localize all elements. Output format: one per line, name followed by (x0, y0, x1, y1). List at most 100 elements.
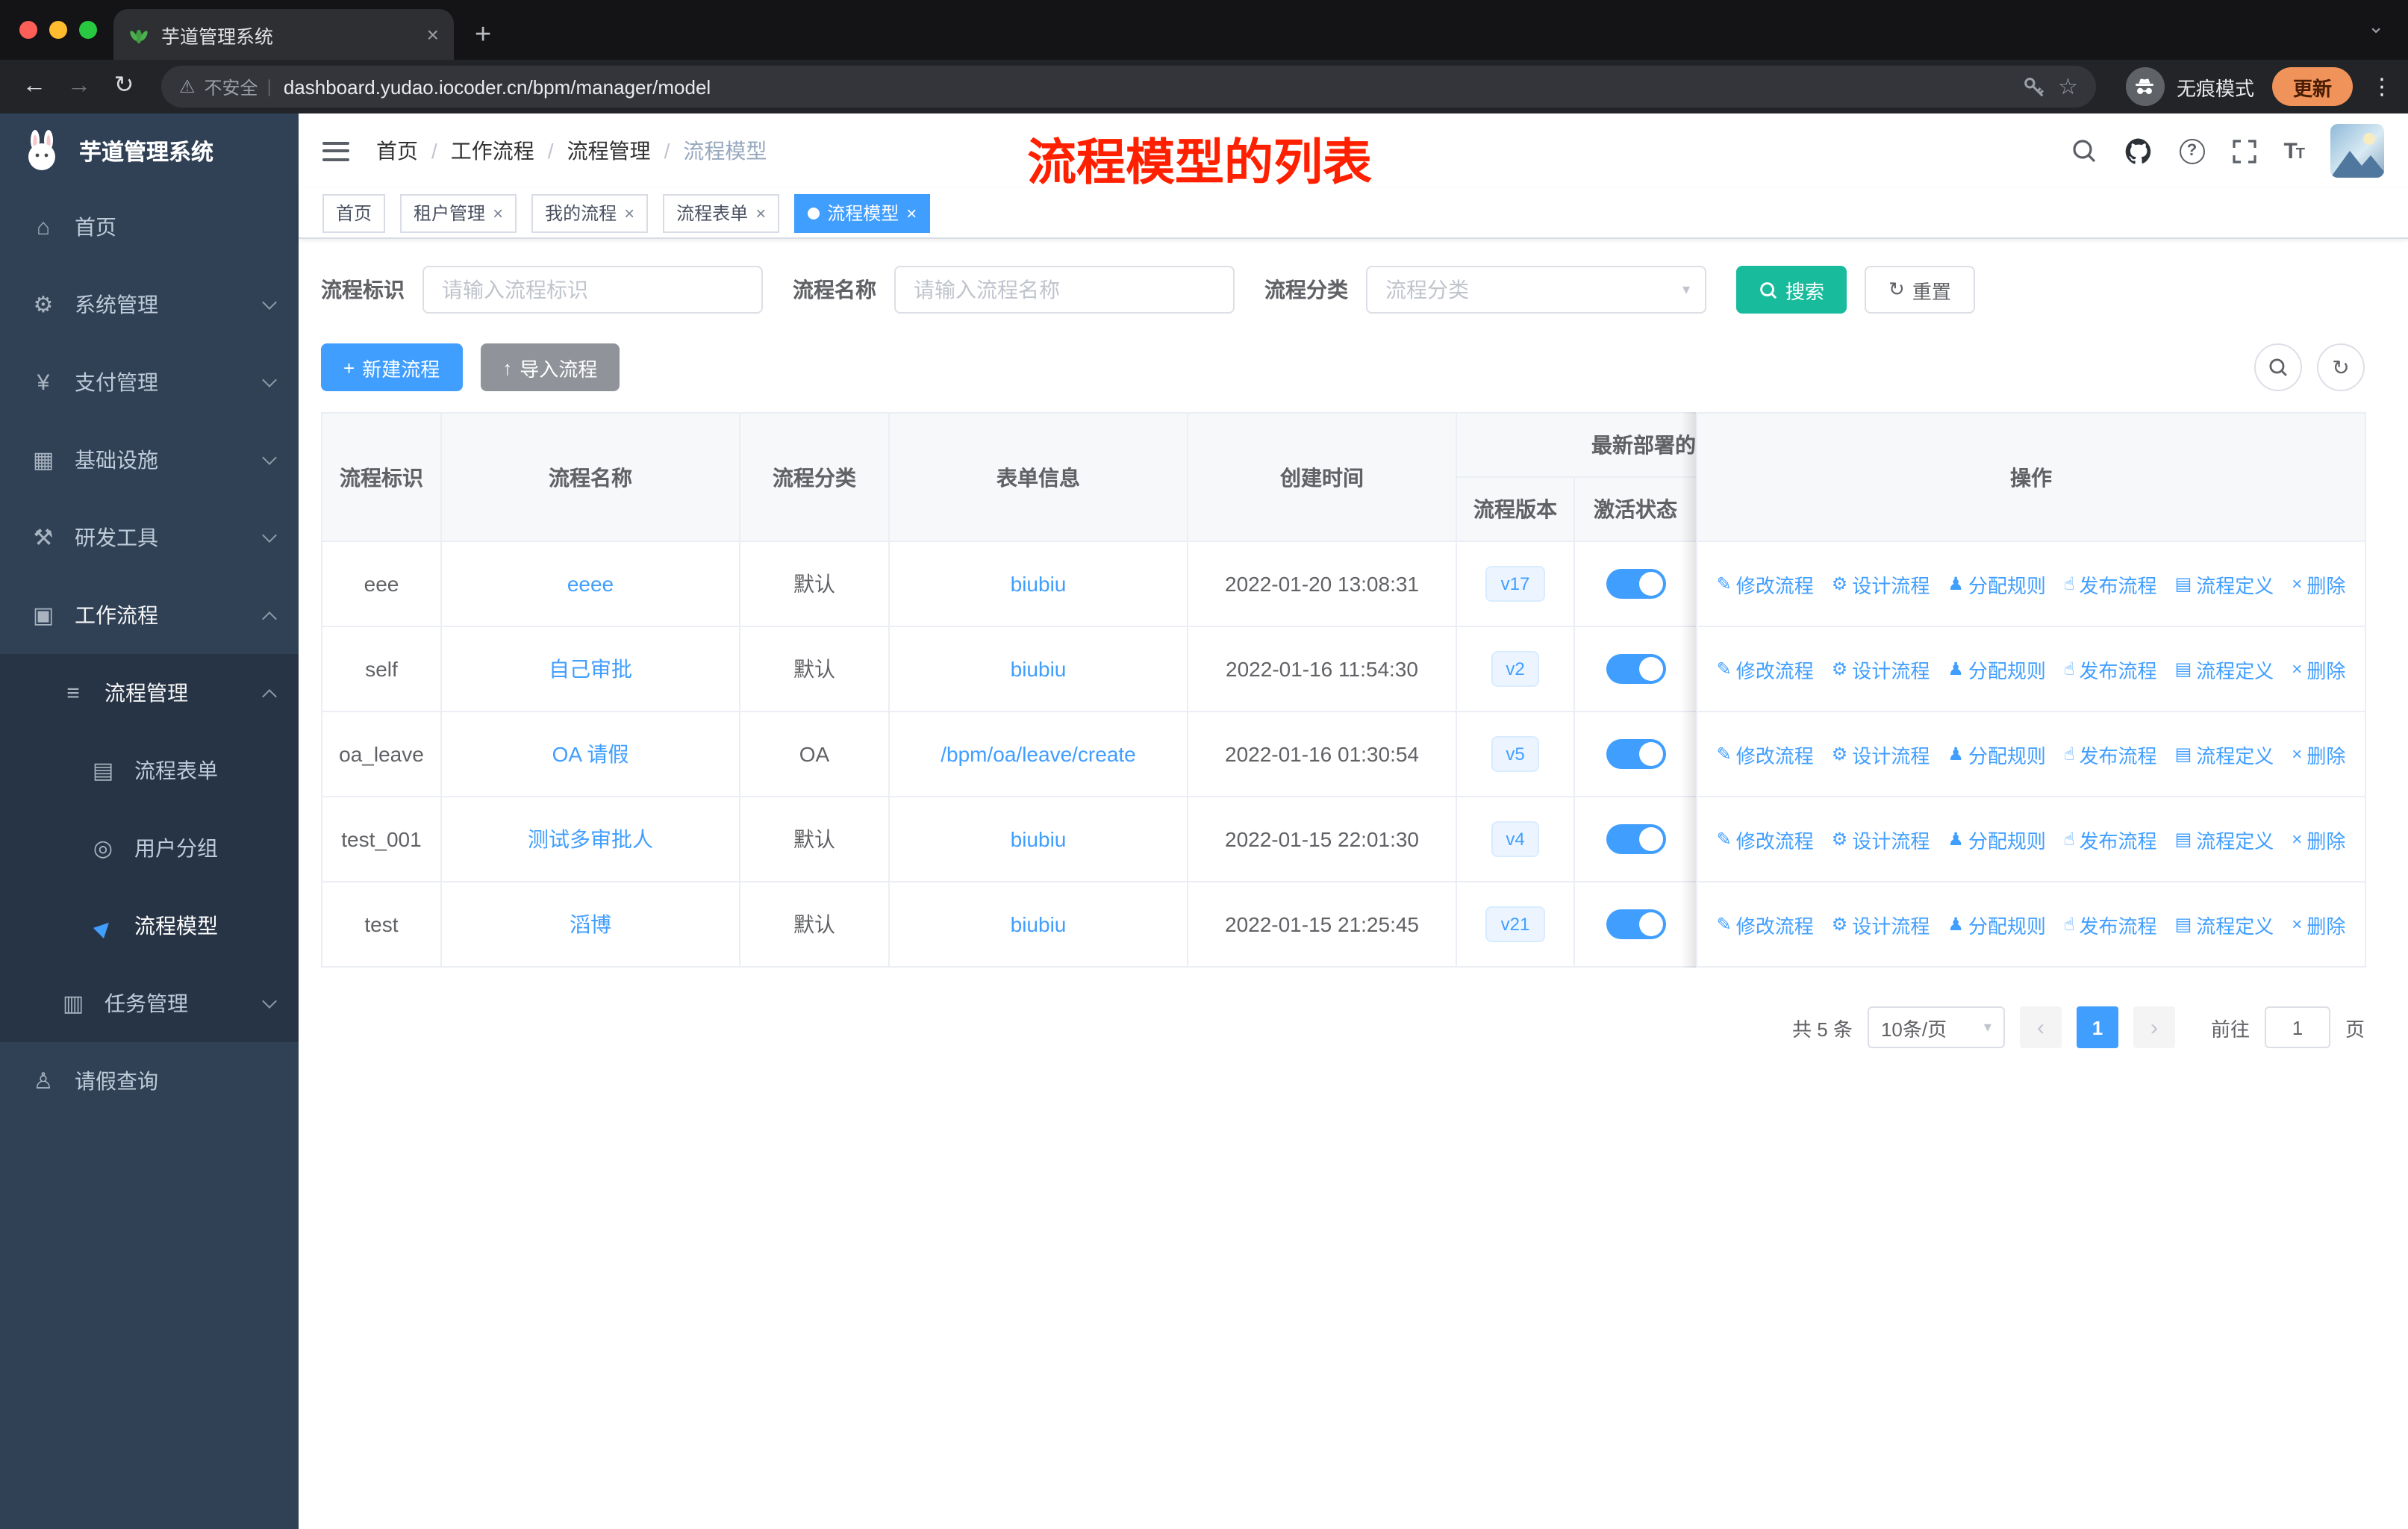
collapse-sidebar-icon[interactable] (322, 141, 349, 161)
tab-search-chevron-icon[interactable]: ⌄ (2368, 15, 2384, 39)
close-icon[interactable]: × (755, 204, 766, 222)
sidebar-item-workflow[interactable]: ▣ 工作流程 (0, 576, 299, 654)
form-link[interactable]: biubiu (1011, 572, 1067, 596)
tag-process-form[interactable]: 流程表单 × (663, 193, 780, 232)
action-assign-rule-link[interactable]: ♟ 分配规则 (1947, 825, 2046, 853)
active-toggle[interactable] (1606, 739, 1665, 769)
action-edit-link[interactable]: ✎ 修改流程 (1717, 825, 1814, 853)
form-link[interactable]: /bpm/oa/leave/create (941, 742, 1136, 766)
close-icon[interactable]: × (624, 204, 634, 222)
avatar[interactable] (2330, 124, 2384, 178)
import-process-button[interactable]: ↑ 导入流程 (480, 343, 620, 391)
sidebar-item-leave-query[interactable]: ♙ 请假查询 (0, 1042, 299, 1120)
action-edit-link[interactable]: ✎ 修改流程 (1717, 570, 1814, 598)
goto-page-input[interactable] (2264, 1006, 2330, 1048)
github-icon[interactable] (2124, 137, 2152, 165)
sidebar-item-process-management[interactable]: ≡ 流程管理 (0, 654, 299, 732)
process-category-select[interactable]: 流程分类 ▾ (1366, 266, 1706, 314)
action-design-link[interactable]: ⚙ 设计流程 (1832, 570, 1930, 598)
process-name-link[interactable]: 滔博 (570, 912, 611, 936)
reset-button[interactable]: ↻ 重置 (1865, 266, 1975, 314)
action-edit-link[interactable]: ✎ 修改流程 (1717, 910, 1814, 938)
action-publish-link[interactable]: ☝ 发布流程 (2064, 740, 2157, 768)
new-tab-button[interactable]: + (475, 21, 491, 49)
action-delete-link[interactable]: × 删除 (2292, 570, 2345, 598)
browser-menu-icon[interactable]: ⋮ (2371, 73, 2393, 100)
tag-process-model[interactable]: 流程模型 × (794, 193, 931, 232)
reload-icon[interactable]: ↻ (105, 74, 143, 99)
action-edit-link[interactable]: ✎ 修改流程 (1717, 740, 1814, 768)
action-definition-link[interactable]: ▤ 流程定义 (2175, 570, 2274, 598)
sidebar-item-process-form[interactable]: ▤ 流程表单 (0, 732, 299, 809)
action-publish-link[interactable]: ☝ 发布流程 (2064, 655, 2157, 683)
prev-page-button[interactable]: ‹ (2019, 1006, 2062, 1048)
close-icon[interactable]: × (493, 204, 503, 222)
close-window-button[interactable] (19, 21, 37, 39)
create-process-button[interactable]: + 新建流程 (321, 343, 463, 391)
bookmark-star-icon[interactable]: ☆ (2058, 73, 2078, 100)
process-name-link[interactable]: eeee (567, 572, 614, 596)
forward-icon[interactable]: → (60, 74, 99, 99)
action-definition-link[interactable]: ▤ 流程定义 (2175, 825, 2274, 853)
minimize-window-button[interactable] (49, 21, 67, 39)
action-assign-rule-link[interactable]: ♟ 分配规则 (1947, 740, 2046, 768)
fullscreen-icon[interactable] (2231, 138, 2256, 164)
action-design-link[interactable]: ⚙ 设计流程 (1832, 740, 1930, 768)
breadcrumb-process-management[interactable]: 流程管理 (567, 136, 651, 166)
help-icon[interactable]: ? (2179, 138, 2205, 164)
action-edit-link[interactable]: ✎ 修改流程 (1717, 655, 1814, 683)
action-delete-link[interactable]: × 删除 (2292, 825, 2345, 853)
sidebar-item-devtools[interactable]: ⚒ 研发工具 (0, 499, 299, 576)
next-page-button[interactable]: › (2133, 1006, 2175, 1048)
action-publish-link[interactable]: ☝ 发布流程 (2064, 910, 2157, 938)
refresh-table-button[interactable]: ↻ (2317, 343, 2365, 391)
form-link[interactable]: biubiu (1011, 827, 1067, 851)
search-button[interactable]: 搜索 (1736, 266, 1847, 314)
sidebar-logo[interactable]: 芋道管理系统 (0, 113, 299, 188)
security-indicator[interactable]: ⚠ 不安全 | (179, 74, 272, 99)
action-definition-link[interactable]: ▤ 流程定义 (2175, 655, 2274, 683)
sidebar-item-process-model[interactable]: ▶ 流程模型 (0, 887, 299, 965)
sidebar-item-home[interactable]: ⌂ 首页 (0, 188, 299, 266)
tab-close-icon[interactable]: × (427, 24, 439, 45)
sidebar-item-payment[interactable]: ¥ 支付管理 (0, 343, 299, 421)
process-name-link[interactable]: OA 请假 (552, 742, 629, 766)
action-assign-rule-link[interactable]: ♟ 分配规则 (1947, 570, 2046, 598)
breadcrumb-home[interactable]: 首页 (376, 136, 418, 166)
process-id-input[interactable] (422, 266, 763, 314)
current-page-button[interactable]: 1 (2076, 1006, 2118, 1048)
process-name-input[interactable] (894, 266, 1235, 314)
action-design-link[interactable]: ⚙ 设计流程 (1832, 655, 1930, 683)
url-text[interactable]: dashboard.yudao.iocoder.cn/bpm/manager/m… (284, 75, 2009, 98)
page-size-select[interactable]: 10条/页 ▾ (1867, 1006, 2005, 1048)
active-toggle[interactable] (1606, 909, 1665, 939)
action-delete-link[interactable]: × 删除 (2292, 910, 2345, 938)
back-icon[interactable]: ← (15, 74, 54, 99)
action-publish-link[interactable]: ☝ 发布流程 (2064, 825, 2157, 853)
active-toggle[interactable] (1606, 654, 1665, 684)
search-icon[interactable] (2070, 137, 2097, 164)
action-assign-rule-link[interactable]: ♟ 分配规则 (1947, 910, 2046, 938)
active-toggle[interactable] (1606, 824, 1665, 854)
close-icon[interactable]: × (906, 204, 917, 222)
action-assign-rule-link[interactable]: ♟ 分配规则 (1947, 655, 2046, 683)
action-definition-link[interactable]: ▤ 流程定义 (2175, 910, 2274, 938)
process-name-link[interactable]: 自己审批 (549, 657, 632, 681)
tag-tenant-management[interactable]: 租户管理 × (400, 193, 517, 232)
browser-tab[interactable]: 芋道管理系统 × (113, 9, 454, 60)
form-link[interactable]: biubiu (1011, 657, 1067, 681)
action-delete-link[interactable]: × 删除 (2292, 740, 2345, 768)
font-size-icon[interactable]: TT (2283, 138, 2305, 164)
sidebar-item-system[interactable]: ⚙ 系统管理 (0, 266, 299, 343)
address-bar[interactable]: ⚠ 不安全 | dashboard.yudao.iocoder.cn/bpm/m… (161, 66, 2096, 108)
zoom-window-button[interactable] (79, 21, 97, 39)
form-link[interactable]: biubiu (1011, 912, 1067, 936)
process-name-link[interactable]: 测试多审批人 (528, 827, 653, 851)
action-publish-link[interactable]: ☝ 发布流程 (2064, 570, 2157, 598)
action-design-link[interactable]: ⚙ 设计流程 (1832, 825, 1930, 853)
breadcrumb-workflow[interactable]: 工作流程 (451, 136, 534, 166)
sidebar-item-user-group[interactable]: ◎ 用户分组 (0, 809, 299, 887)
action-delete-link[interactable]: × 删除 (2292, 655, 2345, 683)
tag-my-process[interactable]: 我的流程 × (531, 193, 649, 232)
action-design-link[interactable]: ⚙ 设计流程 (1832, 910, 1930, 938)
